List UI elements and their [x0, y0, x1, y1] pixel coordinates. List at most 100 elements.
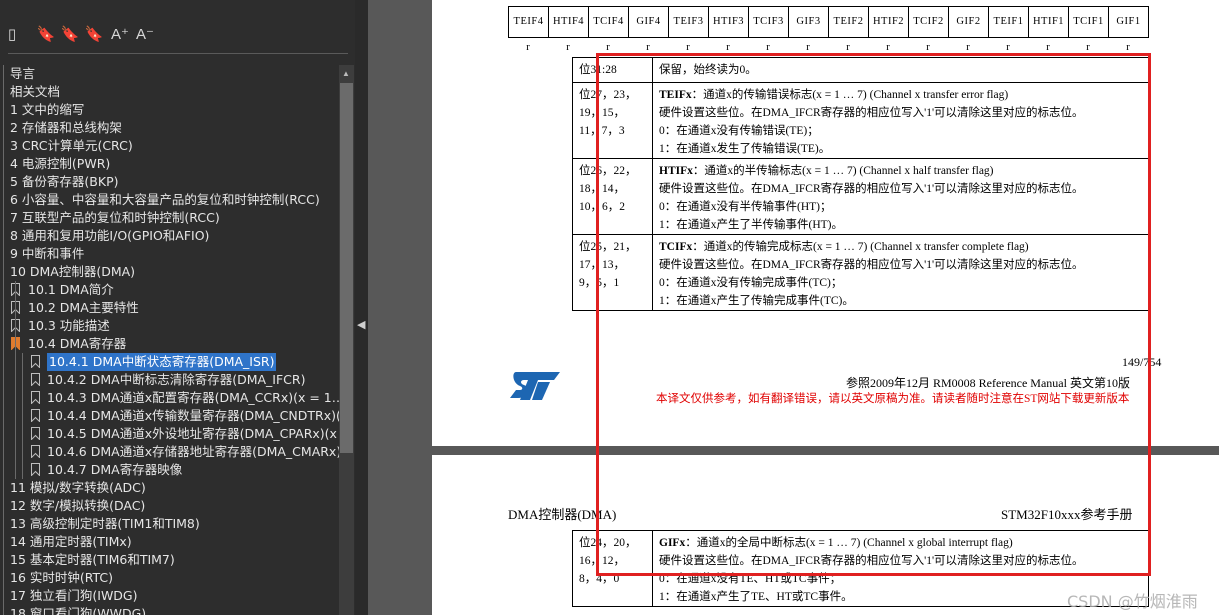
bookmark-item[interactable]: 12 数字/模拟转换(DAC) [0, 497, 340, 515]
bookmark-item[interactable]: 10.4.7 DMA寄存器映像 [0, 461, 340, 479]
access-mark: r [1086, 41, 1090, 53]
bookmarks-panel: ▯ 🔖 🔖 🔖 A⁺ A⁻ 导言 相关文档 1 文中的缩写 2 存储器和总线构架 3 CRC计算单… [0, 0, 355, 615]
bookmark-item[interactable]: 10.4.1 DMA中断状态寄存器(DMA_ISR) [0, 353, 340, 371]
bookmark-item[interactable]: 10.4.6 DMA通道x存储器地址寄存器(DMA_CMARx)(x = 1…7… [0, 443, 340, 461]
access-mark: r [966, 41, 970, 53]
register-bit-cell: GIF3 [789, 7, 829, 37]
bookmark-label: 13 高级控制定时器(TIM1和TIM8) [10, 516, 200, 531]
access-mark: r [926, 41, 930, 53]
register-bit-cell: TCIF3 [749, 7, 789, 37]
bookmark-label: 4 电源控制(PWR) [10, 156, 111, 171]
bookmark-item[interactable]: 17 独立看门狗(IWDG) [0, 587, 340, 605]
bookmark-label: 10.2 DMA主要特性 [28, 300, 139, 315]
bookmark-item[interactable]: 10 DMA控制器(DMA) [0, 263, 340, 281]
bookmark-icon [31, 463, 40, 476]
register-bit-cell: TEIF1 [989, 7, 1029, 37]
bookmark-item[interactable]: 相关文档 [0, 83, 340, 101]
bookmark-label: 15 基本定时器(TIM6和TIM7) [10, 552, 175, 567]
bookmark-item[interactable]: 10.4 DMA寄存器 [0, 335, 340, 353]
bookmark-icon [31, 409, 40, 422]
bookmark-label: 10.4.4 DMA通道x传输数量寄存器(DMA_CNDTRx)(x = 1…7… [47, 408, 340, 423]
font-increase-icon[interactable]: A⁺ [110, 24, 130, 46]
bookmark-item[interactable]: 1 文中的缩写 [0, 101, 340, 119]
bookmark-item[interactable]: 16 实时时钟(RTC) [0, 569, 340, 587]
bookmark-icon [31, 391, 40, 404]
bookmark-label: 10.4.3 DMA通道x配置寄存器(DMA_CCRx)(x = 1…7) [47, 390, 340, 405]
bookmark-label: 导言 [10, 66, 36, 81]
bookmark-tag-icon[interactable]: 🔖 [84, 24, 104, 46]
bookmark-item[interactable]: 10.4.2 DMA中断标志清除寄存器(DMA_IFCR) [0, 371, 340, 389]
bookmark-item[interactable]: 13 高级控制定时器(TIM1和TIM8) [0, 515, 340, 533]
bookmark-item[interactable]: 5 备份寄存器(BKP) [0, 173, 340, 191]
bookmark-item[interactable]: 18 窗口看门狗(WWDG) [0, 605, 340, 615]
tree-guide-line [22, 353, 23, 479]
bookmark-item[interactable]: 4 电源控制(PWR) [0, 155, 340, 173]
bookmark-item[interactable]: 导言 [0, 65, 340, 83]
register-bit-cell: GIF2 [949, 7, 989, 37]
bookmark-add-icon[interactable]: 🔖 [36, 24, 56, 46]
bookmark-item[interactable]: 3 CRC计算单元(CRC) [0, 137, 340, 155]
bookmark-icon [31, 427, 40, 440]
bookmark-label: 8 通用和复用功能I/O(GPIO和AFIO) [10, 228, 210, 243]
access-mark: r [806, 41, 810, 53]
bookmark-label: 17 独立看门狗(IWDG) [10, 588, 138, 603]
access-mark: r [1046, 41, 1050, 53]
bookmark-label: 7 互联型产品的复位和时钟控制(RCC) [10, 210, 220, 225]
register-bit-row: TEIF4 HTIF4 TCIF4 GIF4 TEIF3 HTIF3 TCIF3 GIF3 TE… [508, 6, 1149, 38]
bookmark-item[interactable]: 10.4.4 DMA通道x传输数量寄存器(DMA_CNDTRx)(x = 1…7… [0, 407, 340, 425]
register-bit-cell: TEIF2 [829, 7, 869, 37]
bookmark-item[interactable]: 8 通用和复用功能I/O(GPIO和AFIO) [0, 227, 340, 245]
register-bit-cell: HTIF1 [1029, 7, 1069, 37]
bookmark-item[interactable]: 9 中断和事件 [0, 245, 340, 263]
register-bit-cell: HTIF3 [709, 7, 749, 37]
access-mark: r [1006, 41, 1010, 53]
bookmark-item[interactable]: 15 基本定时器(TIM6和TIM7) [0, 551, 340, 569]
access-mark: r [726, 41, 730, 53]
bookmark-item[interactable]: 10.4.3 DMA通道x配置寄存器(DMA_CCRx)(x = 1…7) [0, 389, 340, 407]
scroll-up-arrow-icon[interactable]: ▲ [342, 69, 350, 78]
access-mark: r [886, 41, 890, 53]
collapse-panel-icon[interactable]: ◀ [357, 318, 365, 331]
bookmark-label: 3 CRC计算单元(CRC) [10, 138, 133, 153]
bookmark-list-icon[interactable]: ▯ [2, 24, 22, 46]
access-mark: r [846, 41, 850, 53]
bookmark-outline: 导言相关文档 1 文中的缩写 2 存储器和总线构架 3 CRC计算单元(CRC) 4 电… [0, 65, 340, 615]
bookmark-item[interactable]: 7 互联型产品的复位和时钟控制(RCC) [0, 209, 340, 227]
bookmark-item[interactable]: 14 通用定时器(TIMx) [0, 533, 340, 551]
watermark-text: CSDN @竹烟淮雨 [1067, 592, 1198, 611]
register-bit-cell: TCIF2 [909, 7, 949, 37]
bookmark-label: 16 实时时钟(RTC) [10, 570, 114, 585]
panel-splitter[interactable] [355, 0, 368, 615]
bookmarks-scroll-thumb[interactable] [340, 83, 353, 453]
bookmark-find-icon[interactable]: 🔖 [60, 24, 80, 46]
register-bit-cell: GIF4 [629, 7, 669, 37]
bookmark-item[interactable]: 10.2 DMA主要特性 [0, 299, 340, 317]
bookmark-label: 18 窗口看门狗(WWDG) [10, 606, 147, 615]
bookmark-item[interactable]: 10.1 DMA简介 [0, 281, 340, 299]
bookmark-item[interactable]: 11 模拟/数字转换(ADC) [0, 479, 340, 497]
bookmark-label: 10.4.1 DMA中断状态寄存器(DMA_ISR) [47, 353, 277, 371]
bookmark-label: 10.4.5 DMA通道x外设地址寄存器(DMA_CPARx)(x = 1…7) [47, 426, 340, 441]
bookmark-label: 相关文档 [10, 84, 61, 99]
bookmark-icon [31, 373, 40, 386]
toolbar-divider [8, 53, 348, 54]
bookmark-item[interactable]: 10.4.5 DMA通道x外设地址寄存器(DMA_CPARx)(x = 1…7) [0, 425, 340, 443]
bookmark-item[interactable]: 2 存储器和总线构架 [0, 119, 340, 137]
bookmarks-scrollbar[interactable]: ▲ [339, 65, 354, 615]
bookmark-label: 12 数字/模拟转换(DAC) [10, 498, 146, 513]
bookmark-label: 11 模拟/数字转换(ADC) [10, 480, 146, 495]
bookmark-item[interactable]: 10.3 功能描述 [0, 317, 340, 335]
bookmark-label: 2 存储器和总线构架 [10, 120, 122, 135]
tree-guide-line [3, 65, 4, 615]
bookmark-icon [31, 355, 40, 368]
font-decrease-icon[interactable]: A⁻ [135, 24, 155, 46]
bookmark-label: 10 DMA控制器(DMA) [10, 264, 136, 279]
register-bit-cell: TEIF4 [509, 7, 549, 37]
access-mark: r [646, 41, 650, 53]
register-bit-cell: HTIF2 [869, 7, 909, 37]
bookmark-item[interactable]: 6 小容量、中容量和大容量产品的复位和时钟控制(RCC) [0, 191, 340, 209]
register-bit-cell: TCIF1 [1069, 7, 1109, 37]
access-mark: r [1126, 41, 1130, 53]
bookmark-label: 5 备份寄存器(BKP) [10, 174, 119, 189]
register-access-row: rrrrrrrrrrrrrrrr [508, 40, 1148, 54]
